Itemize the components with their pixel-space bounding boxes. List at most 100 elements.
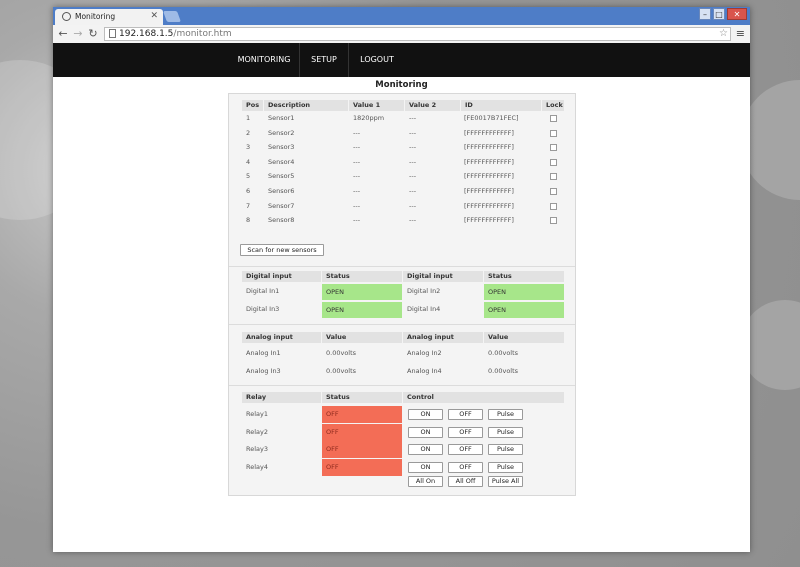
analog-input-name: Analog In3 bbox=[246, 367, 281, 375]
analog-input-value: 0.00volts bbox=[326, 367, 357, 375]
sensor-description: Sensor2 bbox=[268, 128, 295, 137]
digital-status-badge: OPEN bbox=[484, 302, 564, 318]
nav-setup[interactable]: SETUP bbox=[299, 43, 349, 77]
relay-off-button[interactable]: OFF bbox=[448, 409, 483, 420]
bookmark-star-icon[interactable]: ☆ bbox=[719, 28, 728, 40]
sensor-lock-checkbox[interactable] bbox=[550, 217, 557, 225]
address-bar[interactable]: 192.168.1.5/monitor.htm ☆ bbox=[104, 27, 731, 41]
sensor-value1: --- bbox=[353, 201, 361, 210]
sensor-header-description: Description bbox=[264, 100, 348, 111]
scan-sensors-button[interactable]: Scan for new sensors bbox=[240, 244, 324, 256]
sensor-lock-checkbox[interactable] bbox=[550, 158, 557, 166]
sensor-description: Sensor6 bbox=[268, 187, 295, 195]
relay-off-button[interactable]: OFF bbox=[448, 426, 483, 438]
relay-on-button[interactable]: ON bbox=[408, 461, 443, 473]
sensor-pos: 4 bbox=[246, 157, 251, 166]
digital-input-name: Digital In4 bbox=[407, 305, 441, 313]
tab-title: Monitoring bbox=[75, 12, 116, 21]
relay-on-button[interactable]: ON bbox=[408, 426, 443, 438]
sensor-pos: 1 bbox=[246, 114, 251, 122]
tab-strip: Monitoring ✕ – □ ✕ bbox=[53, 7, 750, 25]
tab-close-icon[interactable]: ✕ bbox=[150, 11, 158, 21]
pulse-all-button[interactable]: Pulse All bbox=[488, 476, 523, 487]
nav-monitoring[interactable]: MONITORING bbox=[229, 43, 299, 77]
sensor-pos: 7 bbox=[246, 201, 251, 210]
digital-status-badge: OPEN bbox=[484, 284, 564, 300]
sensor-value2: --- bbox=[409, 128, 417, 137]
new-tab-button[interactable] bbox=[162, 11, 182, 22]
maximize-icon[interactable]: □ bbox=[713, 8, 725, 20]
analog-input-value: 0.00volts bbox=[488, 349, 519, 357]
sensor-header-id: ID bbox=[461, 100, 541, 111]
page-icon bbox=[109, 29, 116, 38]
analog-header-value-right: Value bbox=[484, 332, 564, 343]
sensor-id: [FFFFFFFFFFFF] bbox=[464, 201, 514, 210]
forward-arrow-icon[interactable]: → bbox=[71, 27, 85, 40]
sensor-value2: --- bbox=[409, 157, 417, 166]
digital-header-status-right: Status bbox=[484, 271, 564, 282]
sensor-pos: 2 bbox=[246, 128, 251, 137]
sensor-id: [FFFFFFFFFFFF] bbox=[464, 143, 514, 152]
sensor-value1: --- bbox=[353, 143, 361, 152]
sensor-description: Sensor4 bbox=[268, 157, 295, 166]
relay-header-control: Control bbox=[403, 392, 564, 403]
sensor-header-lock: Lock bbox=[542, 100, 564, 111]
sensor-value1: --- bbox=[353, 128, 361, 137]
digital-header-status-left: Status bbox=[322, 271, 402, 282]
analog-input-name: Analog In2 bbox=[407, 349, 442, 357]
digital-header-input-left: Digital input bbox=[242, 271, 321, 282]
sensor-pos: 8 bbox=[246, 216, 251, 225]
sensor-value2: --- bbox=[409, 114, 417, 122]
digital-input-name: Digital In2 bbox=[407, 287, 441, 295]
sensor-pos: 5 bbox=[246, 172, 251, 181]
browser-menu-icon[interactable]: ≡ bbox=[736, 27, 745, 40]
sensor-pos: 3 bbox=[246, 143, 251, 152]
relay-on-button[interactable]: ON bbox=[408, 444, 443, 455]
all-off-button[interactable]: All Off bbox=[448, 476, 483, 487]
relay-off-button[interactable]: OFF bbox=[448, 461, 483, 473]
relay-on-button[interactable]: ON bbox=[408, 409, 443, 420]
sensor-lock-checkbox[interactable] bbox=[550, 115, 557, 122]
page-title: Monitoring bbox=[375, 80, 428, 90]
sensor-header-value2: Value 2 bbox=[405, 100, 460, 111]
sensor-lock-checkbox[interactable] bbox=[550, 188, 557, 195]
analog-header-value-left: Value bbox=[322, 332, 402, 343]
relay-status-badge: OFF bbox=[322, 441, 402, 458]
close-window-icon[interactable]: ✕ bbox=[727, 8, 747, 20]
minimize-icon[interactable]: – bbox=[699, 8, 711, 20]
relay-pulse-button[interactable]: Pulse bbox=[488, 444, 523, 455]
browser-tab[interactable]: Monitoring ✕ bbox=[55, 9, 163, 25]
nav-logout[interactable]: LOGOUT bbox=[347, 43, 407, 77]
sensor-lock-checkbox[interactable] bbox=[550, 129, 557, 137]
relay-pulse-button[interactable]: Pulse bbox=[488, 426, 523, 438]
sensor-lock-checkbox[interactable] bbox=[550, 173, 557, 181]
sensor-lock-checkbox[interactable] bbox=[550, 202, 557, 210]
sensor-id: [FFFFFFFFFFFF] bbox=[464, 187, 514, 195]
reload-icon[interactable]: ↻ bbox=[86, 27, 100, 40]
back-arrow-icon[interactable]: ← bbox=[56, 27, 70, 40]
relay-status-badge: OFF bbox=[322, 458, 402, 476]
analog-input-value: 0.00volts bbox=[488, 367, 519, 375]
analog-header-input-left: Analog input bbox=[242, 332, 321, 343]
sensor-header-pos: Pos bbox=[242, 100, 263, 111]
sensor-lock-checkbox[interactable] bbox=[550, 144, 557, 152]
all-on-button[interactable]: All On bbox=[408, 476, 443, 487]
digital-status-badge: OPEN bbox=[322, 302, 402, 318]
digital-input-name: Digital In1 bbox=[246, 287, 280, 295]
relay-status-badge: OFF bbox=[322, 423, 402, 441]
relay-pulse-button[interactable]: Pulse bbox=[488, 461, 523, 473]
sensor-id: [FFFFFFFFFFFF] bbox=[464, 172, 514, 181]
monitor-panel: Pos Description Value 1 Value 2 ID Lock … bbox=[228, 93, 576, 496]
relay-pulse-button[interactable]: Pulse bbox=[488, 409, 523, 420]
sensor-value2: --- bbox=[409, 201, 417, 210]
sensor-id: [FE0017B71FEC] bbox=[464, 114, 519, 122]
sensor-id: [FFFFFFFFFFFF] bbox=[464, 128, 514, 137]
sensor-value1: --- bbox=[353, 157, 361, 166]
sensor-value1: 1820ppm bbox=[353, 114, 385, 122]
digital-status-badge: OPEN bbox=[322, 284, 402, 300]
sensor-id: [FFFFFFFFFFFF] bbox=[464, 216, 514, 225]
sensor-description: Sensor3 bbox=[268, 143, 295, 152]
relay-off-button[interactable]: OFF bbox=[448, 444, 483, 455]
browser-toolbar: ← → ↻ 192.168.1.5/monitor.htm ☆ ≡ bbox=[53, 25, 750, 44]
relay-name: Relay1 bbox=[246, 410, 268, 418]
